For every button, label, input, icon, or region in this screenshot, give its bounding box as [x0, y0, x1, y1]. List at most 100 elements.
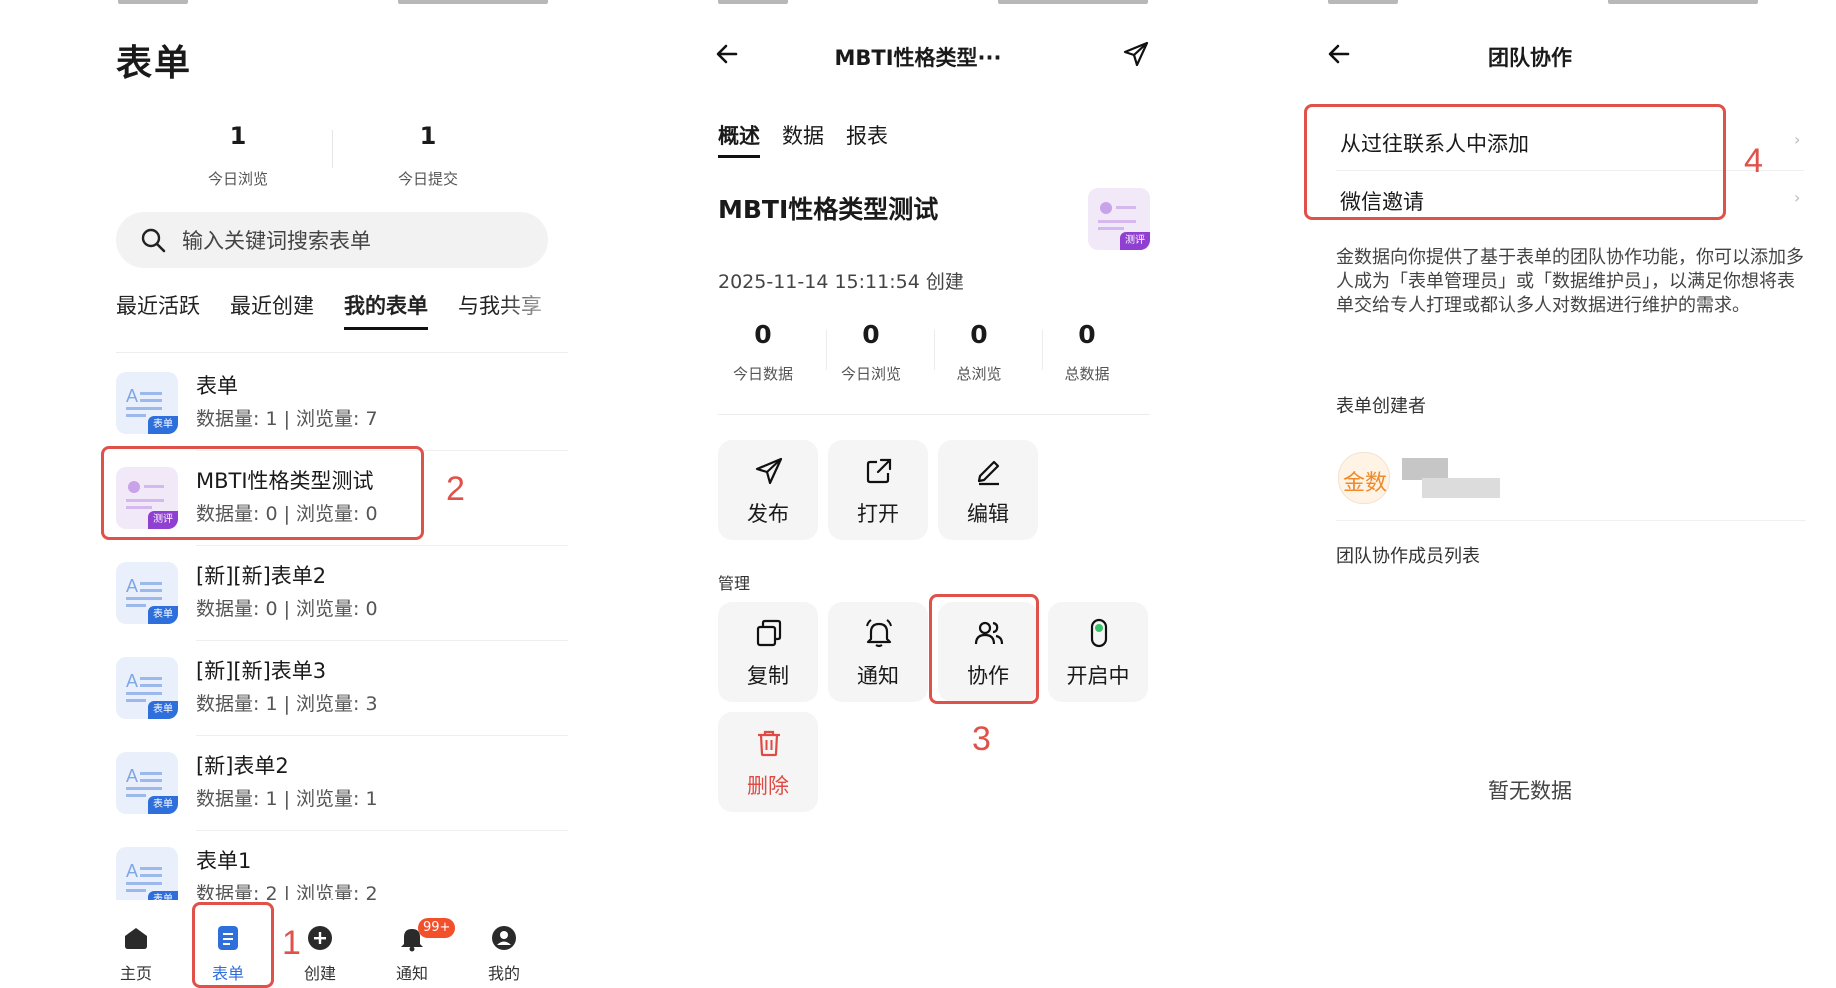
empty-state: 暂无数据: [1488, 779, 1572, 803]
tab-recent-active[interactable]: 最近活跃: [116, 290, 200, 330]
svg-text:A: A: [126, 386, 138, 406]
form-meta: 数据量: 1 | 浏览量: 7: [196, 408, 378, 430]
bottom-nav: 主页 表单 创建 99+ 通知 我的: [96, 900, 596, 988]
copy-button[interactable]: 复制: [718, 602, 818, 702]
stat-today-submits-label: 今日提交: [397, 170, 458, 188]
tab-overview[interactable]: 概述: [718, 120, 760, 158]
annotation-label-2: 2: [446, 470, 465, 508]
notify-button[interactable]: 通知: [828, 602, 928, 702]
form-title: MBTI性格类型测试: [718, 195, 939, 224]
tab-recent-created[interactable]: 最近创建: [230, 290, 314, 330]
open-button[interactable]: 打开: [828, 440, 928, 540]
trash-icon: [758, 730, 780, 757]
form-doc-icon: A 表单: [116, 562, 178, 624]
tabs-fade: [500, 288, 570, 328]
form-doc-icon: A 表单: [116, 657, 178, 719]
tab-data[interactable]: 数据: [782, 120, 824, 158]
form-badge: 表单: [148, 416, 178, 434]
send-icon[interactable]: [1122, 40, 1150, 68]
form-detail-screen: MBTI性格类型··· 概述 数据 报表 MBTI性格类型测试 测评 2025-…: [612, 0, 1224, 988]
nav-notifications[interactable]: 99+ 通知: [372, 900, 456, 988]
stat-today-data: 0 今日数据: [732, 320, 793, 383]
annotation-box-2: [101, 446, 424, 540]
form-name: 表单1: [196, 849, 252, 873]
back-arrow-icon[interactable]: [714, 40, 742, 68]
form-meta: 数据量: 0 | 浏览量: 0: [196, 598, 378, 620]
user-icon: [492, 926, 516, 950]
external-link-icon: [866, 458, 892, 484]
svg-text:A: A: [126, 671, 138, 691]
form-badge: 表单: [148, 606, 178, 624]
list-item[interactable]: A 表单 表单1 数据量: 2 | 浏览量: 2: [116, 831, 568, 903]
send-icon: [755, 457, 783, 485]
bell-icon: [866, 619, 892, 648]
tab-my-forms[interactable]: 我的表单: [344, 290, 428, 330]
notification-count-badge: 99+: [418, 918, 456, 938]
form-badge: 测评: [1120, 232, 1150, 250]
form-name: 表单: [196, 374, 238, 398]
form-meta: 数据量: 1 | 浏览量: 3: [196, 693, 378, 715]
annotation-box-4: [1304, 104, 1726, 220]
search-input[interactable]: 输入关键词搜索表单: [116, 212, 548, 268]
form-test-icon: 测评: [1088, 188, 1150, 250]
form-badge: 表单: [148, 796, 178, 814]
form-name: [新][新]表单3: [196, 659, 327, 683]
collaboration-description: 金数据向你提供了基于表单的团队协作功能，你可以添加多人成为「表单管理员」或「数据…: [1336, 247, 1804, 316]
section-label-manage: 管理: [718, 574, 751, 593]
edit-button[interactable]: 编辑: [938, 440, 1038, 540]
page-title: 表单: [116, 43, 193, 84]
tab-report[interactable]: 报表: [846, 120, 888, 158]
annotation-label-4: 4: [1744, 142, 1763, 180]
stat-total-views: 0 总浏览: [956, 320, 1002, 383]
annotation-label-1: 1: [282, 924, 301, 962]
annotation-box-1: [192, 902, 274, 988]
toggle-icon: [1090, 618, 1108, 648]
nav-home[interactable]: 主页: [96, 900, 176, 988]
annotation-label-3: 3: [972, 720, 991, 758]
form-name: [新][新]表单2: [196, 564, 327, 588]
created-timestamp: 2025-11-14 15:11:54 创建: [718, 271, 964, 293]
divider: [718, 414, 1150, 415]
list-item[interactable]: A 表单 [新][新]表单3 数据量: 1 | 浏览量: 3: [116, 641, 568, 736]
search-placeholder: 输入关键词搜索表单: [182, 229, 371, 253]
chevron-right-icon: ›: [1794, 130, 1801, 149]
form-meta: 数据量: 1 | 浏览量: 1: [196, 788, 378, 810]
plus-circle-icon: [308, 926, 332, 950]
list-item[interactable]: A 表单 [新][新]表单2 数据量: 0 | 浏览量: 0: [116, 546, 568, 641]
section-label-creator: 表单创建者: [1336, 396, 1426, 417]
divider: [1336, 520, 1806, 521]
form-badge: 表单: [148, 701, 178, 719]
form-doc-icon: A 表单: [116, 372, 178, 434]
filter-tabs: 最近活跃 最近创建 我的表单 与我共享: [116, 290, 566, 330]
form-doc-icon: A 表单: [116, 847, 178, 903]
form-name: [新]表单2: [196, 754, 289, 778]
stat-today-views: 0 今日浏览: [840, 320, 901, 383]
chevron-right-icon: ›: [1794, 188, 1801, 207]
enabled-toggle[interactable]: 开启中: [1048, 602, 1148, 702]
publish-button[interactable]: 发布: [718, 440, 818, 540]
header-title: MBTI性格类型···: [834, 46, 1002, 70]
back-arrow-icon[interactable]: [1326, 40, 1354, 68]
list-item[interactable]: A 表单 [新]表单2 数据量: 1 | 浏览量: 1: [116, 736, 568, 831]
divider: [116, 352, 568, 353]
svg-text:A: A: [126, 576, 138, 596]
stat-today-submits-value: 1: [419, 122, 437, 150]
list-item[interactable]: A 表单 表单 数据量: 1 | 浏览量: 7: [116, 356, 568, 451]
nav-profile[interactable]: 我的: [464, 900, 544, 988]
stat-today-views-value: 1: [229, 122, 247, 150]
detail-tabs: 概述 数据 报表: [718, 120, 910, 158]
stat-total-data: 0 总数据: [1064, 320, 1110, 383]
delete-button[interactable]: 删除: [718, 712, 818, 812]
copy-icon: [756, 619, 782, 647]
creator-name-redacted: [1402, 458, 1448, 480]
svg-text:A: A: [126, 861, 138, 881]
form-doc-icon: A 表单: [116, 752, 178, 814]
stat-divider: [332, 130, 333, 168]
svg-text:A: A: [126, 766, 138, 786]
section-label-members: 团队协作成员列表: [1336, 546, 1480, 567]
search-icon: [141, 228, 166, 253]
header-title: 团队协作: [1488, 46, 1572, 70]
home-icon: [125, 928, 147, 949]
annotation-box-3: [929, 594, 1039, 704]
stat-today-views-label: 今日浏览: [207, 170, 268, 188]
